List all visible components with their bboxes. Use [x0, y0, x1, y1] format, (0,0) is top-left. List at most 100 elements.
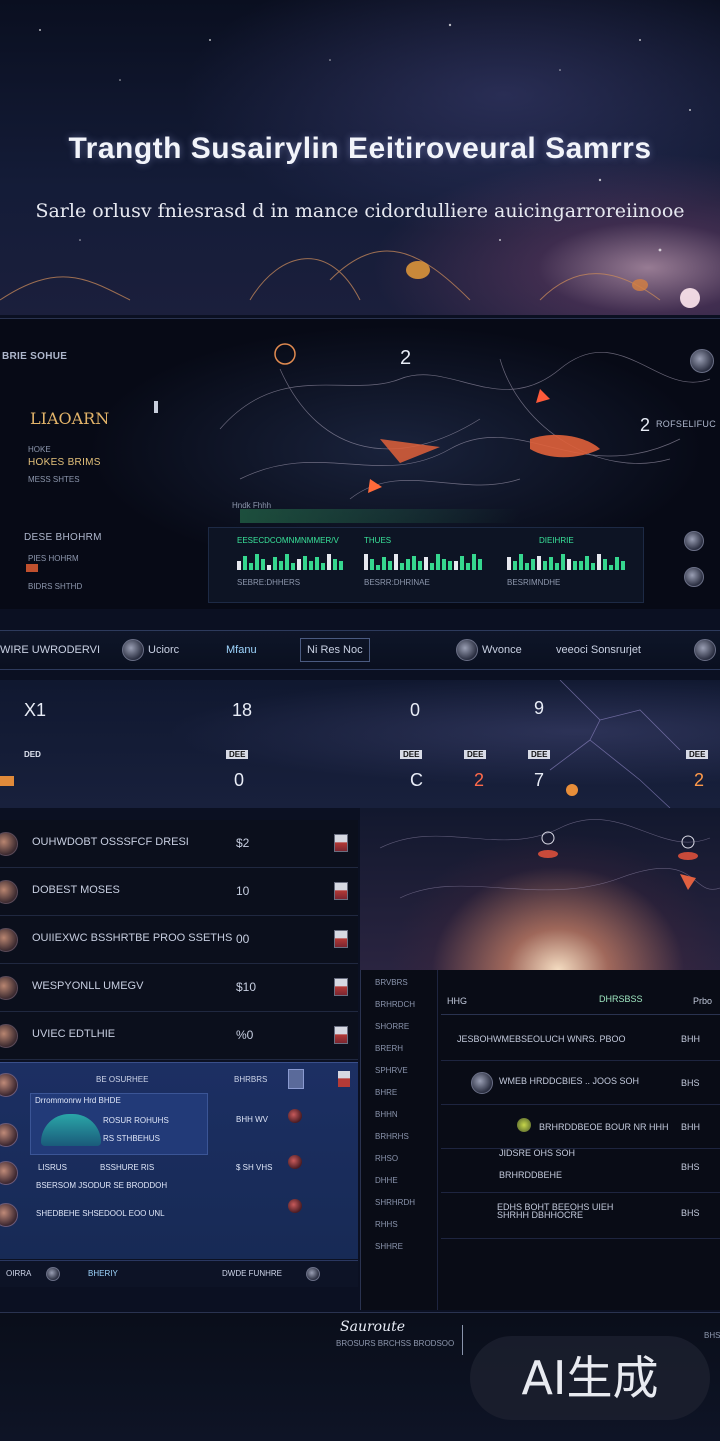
list-row[interactable]: UVIEC EDTLHIE %0	[0, 1012, 358, 1060]
stat-bar	[513, 561, 517, 570]
list-row[interactable]: OUIIEXWC BSSHRTBE PROO SSETHS 00	[0, 916, 358, 964]
side-menu-item[interactable]: SHRHRDH	[375, 1198, 415, 1207]
stat-bar	[303, 556, 307, 570]
row-flag-icon[interactable]	[334, 1026, 348, 1044]
tab-icon[interactable]	[46, 1267, 60, 1281]
table-side-menu: BRVBRS BRHRDCH SHORRE BRERH SPHRVE BHRE …	[361, 970, 438, 1310]
tab-left[interactable]: OIRRA	[6, 1269, 31, 1278]
table-row[interactable]: SHRHH DBHHOCRE	[441, 1210, 720, 1236]
side-menu-item[interactable]: SHORRE	[375, 1022, 409, 1031]
selection-flag-icon[interactable]	[288, 1069, 304, 1089]
tab-right[interactable]: DWDE FUNHRE	[222, 1269, 282, 1278]
row-price: BHS	[681, 1078, 700, 1088]
row-flag-icon[interactable]	[334, 930, 348, 948]
hud-tag-5[interactable]: DEE	[528, 750, 551, 759]
hud-tag-3[interactable]: DEE	[400, 750, 423, 759]
card-title: Drrommonrw Hrd BHDE	[35, 1096, 121, 1105]
table-row[interactable]: JESBOHWMEBSEOLUCH WNRS. PBOO BHH	[441, 1016, 720, 1061]
hud-tag-6[interactable]: DEE	[686, 750, 709, 759]
nav-icon-3[interactable]	[694, 639, 716, 661]
status-line2: BIDRS SHTHD	[28, 582, 83, 591]
side-menu-item[interactable]: BHRE	[375, 1088, 397, 1097]
stat-bar	[394, 554, 398, 570]
nav-item-2[interactable]: Uciorc	[148, 631, 179, 669]
side-menu-item[interactable]: RHSO	[375, 1154, 398, 1163]
status-line1: PIES HOHRM	[28, 554, 79, 563]
status-title: DESE BHOHRM	[24, 532, 102, 543]
stat-bar	[309, 561, 313, 570]
side-menu-item[interactable]: BRHRDCH	[375, 1000, 415, 1009]
item-avatar-icon	[0, 1024, 18, 1048]
hud-tag-4[interactable]: DEE	[464, 750, 487, 759]
stats-panel: EESECDCOMNMNMMER/V SEBRE:DHHERS THUES BE…	[208, 527, 644, 603]
side-menu-item[interactable]: RHHS	[375, 1220, 398, 1229]
footer-divider	[462, 1325, 463, 1355]
stat-bars	[237, 550, 347, 570]
stat-bar	[267, 565, 271, 570]
profile-icon[interactable]	[690, 349, 714, 373]
info-box-marker	[154, 401, 158, 413]
footer-page-tag[interactable]: BHS	[704, 1331, 720, 1340]
info-box-title: LIAOARN	[30, 409, 110, 428]
item-avatar-icon	[0, 1123, 18, 1147]
row-flag-icon[interactable]	[334, 978, 348, 996]
row-text: JIDSRE OHS SOH	[499, 1148, 576, 1158]
row-text: SHRHH DBHHOCRE	[497, 1210, 584, 1220]
side-menu-item[interactable]: BRERH	[375, 1044, 403, 1053]
item-avatar-icon	[0, 1161, 18, 1185]
header-left[interactable]: HHG	[447, 996, 467, 1006]
row-label: OUHWDOBT OSSSFCF DRESI	[32, 836, 189, 848]
nav-bar: WIRE UWRODERVI Uciorc Mfanu Ni Res Noc W…	[0, 630, 720, 670]
table-row[interactable]: BRHRDDBEHE	[441, 1170, 720, 1193]
row-flag-icon[interactable]	[334, 882, 348, 900]
side-menu-item[interactable]: SHHRE	[375, 1242, 403, 1251]
row-flag-icon[interactable]	[338, 1071, 350, 1087]
list-row[interactable]: DOBEST MOSES 10	[0, 868, 358, 916]
stat-bar	[406, 559, 410, 570]
nav-item-6[interactable]: veeoci Sonsrurjet	[556, 631, 641, 669]
table-row[interactable]: JIDSRE OHS SOH BHS	[441, 1148, 720, 1172]
tab-icon[interactable]	[306, 1267, 320, 1281]
table-row[interactable]: BRHRDDBEOE BOUR NR HHH BHH	[441, 1104, 720, 1149]
stat-bar	[466, 563, 470, 570]
stat-title: EESECDCOMNMNMMER/V	[237, 536, 339, 545]
scene-graphic	[379, 819, 720, 899]
stat-bar	[472, 554, 476, 570]
nav-item-4[interactable]: Ni Res Noc	[300, 638, 370, 662]
header-mid[interactable]: DHRSBSS	[599, 994, 643, 1004]
hud-tag-2[interactable]: DEE	[226, 750, 249, 759]
side-menu-item[interactable]: BRHRHS	[375, 1132, 409, 1141]
row-value: 10	[236, 884, 250, 898]
stat-bar	[585, 556, 589, 570]
nav-icon-1[interactable]	[122, 639, 144, 661]
stat-bar	[525, 563, 529, 570]
status-dot-icon[interactable]	[288, 1199, 302, 1213]
right-marker-number: 2	[640, 415, 651, 435]
nav-item-5[interactable]: Wvonce	[482, 631, 522, 669]
stat-bar	[519, 554, 523, 570]
stat-bar	[321, 563, 325, 570]
selection-card[interactable]: Drrommonrw Hrd BHDE ROSUR ROHUHS RS STHB…	[30, 1093, 208, 1155]
table-row[interactable]: WMEB HRDDCBIES .. JOOS SOH BHS	[441, 1060, 720, 1105]
side-menu-item[interactable]: BHHN	[375, 1110, 398, 1119]
side-menu-item[interactable]: DHHE	[375, 1176, 398, 1185]
status-dot-icon[interactable]	[288, 1155, 302, 1169]
lock-icon[interactable]	[684, 531, 704, 551]
side-menu-item[interactable]: BRVBRS	[375, 978, 408, 987]
nav-item-1[interactable]: WIRE UWRODERVI	[0, 631, 100, 669]
list-row[interactable]: OUHWDOBT OSSSFCF DRESI $2	[0, 820, 358, 868]
header-right[interactable]: Prbo	[693, 996, 712, 1006]
map-highlight-bar	[240, 509, 520, 523]
selection-tabs: OIRRA BHERIY DWDE FUNHRE	[0, 1260, 358, 1287]
selection-header-right: BHRBRS	[234, 1075, 268, 1084]
hero-banner: Trangth Susairylin Eeitiroveural Samrrs …	[0, 0, 720, 315]
hud-counter-2: C	[410, 770, 423, 790]
settings-icon[interactable]	[684, 567, 704, 587]
nav-item-3[interactable]: Mfanu	[226, 631, 257, 669]
tab-mid[interactable]: BHERIY	[88, 1269, 118, 1278]
row-flag-icon[interactable]	[334, 834, 348, 852]
side-menu-item[interactable]: SPHRVE	[375, 1066, 408, 1075]
status-dot-icon[interactable]	[288, 1109, 302, 1123]
list-row[interactable]: WESPYONLL UMEGV $10	[0, 964, 358, 1012]
nav-icon-2[interactable]	[456, 639, 478, 661]
